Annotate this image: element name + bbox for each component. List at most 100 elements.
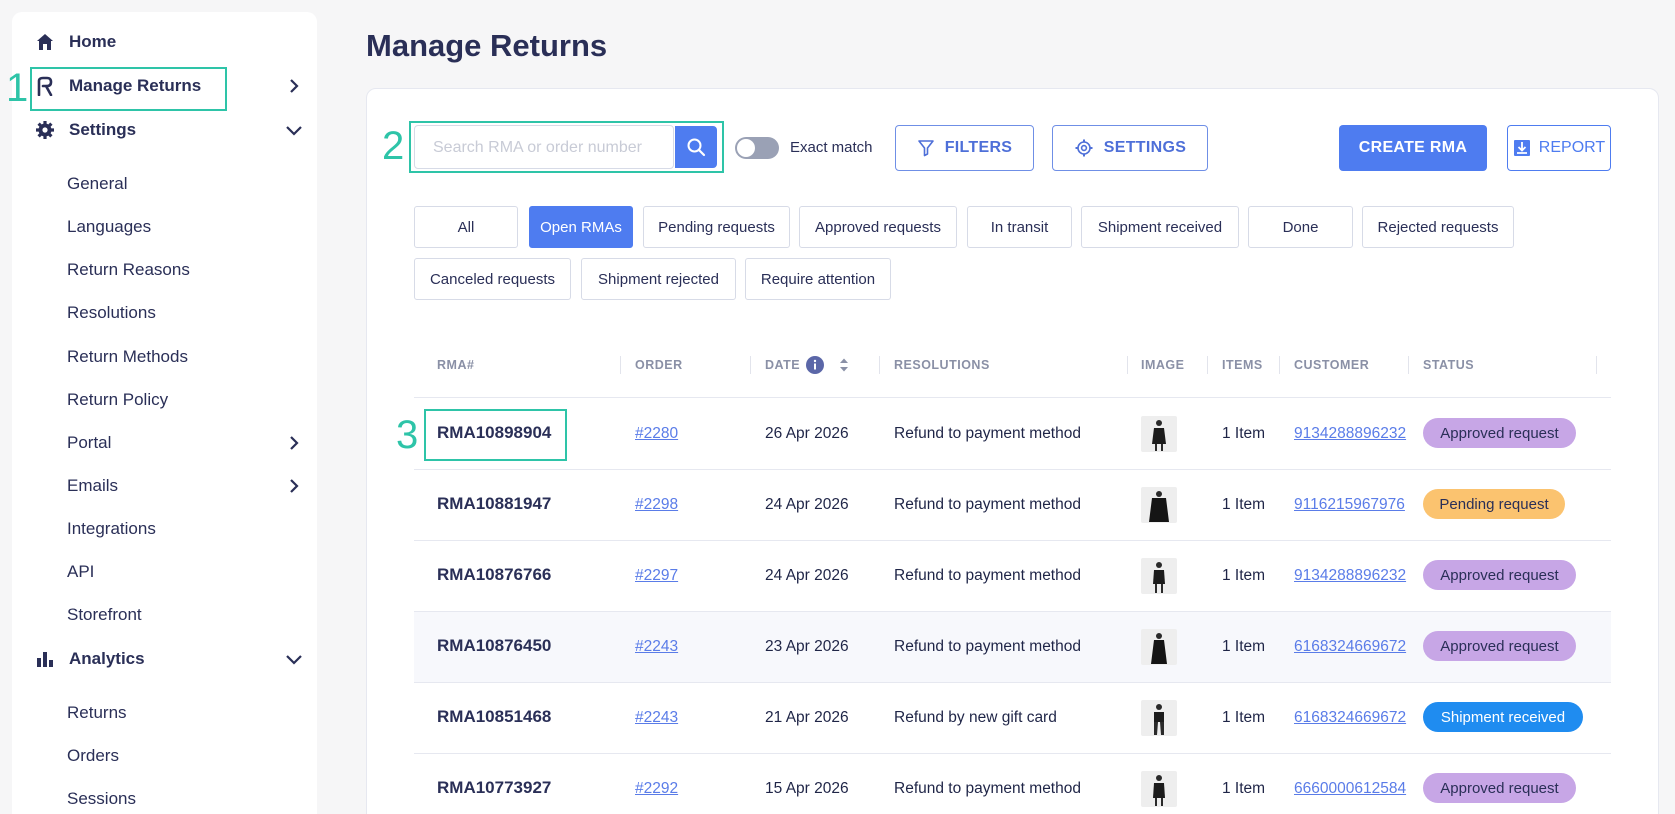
create-rma-button[interactable]: CREATE RMA — [1339, 125, 1487, 171]
status-badge: Shipment received — [1423, 702, 1583, 732]
nav-resolutions[interactable]: Resolutions — [67, 300, 156, 326]
product-thumbnail[interactable] — [1141, 771, 1177, 807]
nav-return-reasons[interactable]: Return Reasons — [67, 257, 190, 283]
chevron-down-icon[interactable] — [284, 649, 304, 669]
product-thumbnail[interactable] — [1141, 629, 1177, 665]
nav-languages[interactable]: Languages — [67, 214, 151, 240]
row-divider — [414, 682, 1611, 683]
column-header-image: IMAGE — [1141, 358, 1185, 372]
chip-canceled-requests[interactable]: Canceled requests — [414, 258, 571, 300]
nav-analytics[interactable]: Analytics — [34, 639, 304, 679]
rma-number[interactable]: RMA10773927 — [437, 778, 551, 798]
chip-in-transit[interactable]: In transit — [967, 206, 1072, 248]
page-title: Manage Returns — [366, 28, 608, 63]
nav-settings[interactable]: Settings — [34, 110, 304, 150]
resolution-cell: Refund to payment method — [894, 780, 1081, 797]
rma-number[interactable]: RMA10876450 — [437, 636, 551, 656]
items-cell: 1 Item — [1222, 425, 1266, 442]
download-icon — [1513, 140, 1530, 156]
row-divider — [414, 397, 1611, 398]
product-thumbnail[interactable] — [1141, 487, 1177, 523]
column-header-date[interactable]: DATE — [765, 358, 800, 372]
report-button[interactable]: REPORT — [1507, 125, 1611, 171]
chip-pending-requests[interactable]: Pending requests — [643, 206, 790, 248]
sort-icon[interactable] — [839, 357, 849, 378]
chip-done[interactable]: Done — [1248, 206, 1353, 248]
column-header-rma: RMA# — [437, 358, 475, 372]
order-link[interactable]: #2280 — [635, 425, 678, 443]
customer-link[interactable]: 6168324669672 — [1294, 638, 1406, 656]
customer-link[interactable]: 9116215967976 — [1294, 496, 1405, 514]
customer-link[interactable]: 6168324669672 — [1294, 709, 1406, 727]
customer-link[interactable]: 9134288896232 — [1294, 567, 1406, 585]
column-separator — [1207, 356, 1208, 374]
chevron-right-icon[interactable] — [284, 476, 304, 496]
order-link[interactable]: #2292 — [635, 780, 678, 798]
nav-home[interactable]: Home — [34, 22, 116, 62]
report-label: REPORT — [1538, 139, 1606, 156]
chip-require-attention[interactable]: Require attention — [745, 258, 891, 300]
chip-approved-requests[interactable]: Approved requests — [799, 206, 957, 248]
filters-button[interactable]: FILTERS — [895, 125, 1034, 171]
resolution-cell: Refund to payment method — [894, 638, 1081, 655]
column-separator — [750, 356, 751, 374]
nav-portal[interactable]: Portal — [67, 430, 307, 456]
chip-shipment-rejected[interactable]: Shipment rejected — [581, 258, 736, 300]
nav-api[interactable]: API — [67, 559, 94, 585]
filters-label: FILTERS — [944, 139, 1013, 156]
order-link[interactable]: #2243 — [635, 709, 678, 727]
product-thumbnail[interactable] — [1141, 700, 1177, 736]
exact-match-toggle[interactable] — [735, 137, 779, 159]
annotation-number-1: 1 — [6, 66, 29, 110]
nav-return-methods[interactable]: Return Methods — [67, 344, 188, 370]
chip-shipment-received[interactable]: Shipment received — [1081, 206, 1239, 248]
resolution-cell: Refund by new gift card — [894, 709, 1057, 726]
column-separator — [879, 356, 880, 374]
nav-general[interactable]: General — [67, 171, 127, 197]
rma-number[interactable]: RMA10876766 — [437, 565, 551, 585]
bar-chart-icon — [34, 648, 56, 670]
info-icon[interactable] — [806, 356, 824, 379]
nav-return-policy[interactable]: Return Policy — [67, 387, 168, 413]
nav-storefront[interactable]: Storefront — [67, 602, 142, 628]
chip-open-rmas[interactable]: Open RMAs — [529, 206, 633, 248]
nav-analytics-sessions[interactable]: Sessions — [67, 786, 136, 812]
column-separator — [1127, 356, 1128, 374]
customer-link[interactable]: 9134288896232 — [1294, 425, 1406, 443]
order-link[interactable]: #2298 — [635, 496, 678, 514]
annotation-box-2 — [409, 121, 724, 173]
resolution-cell: Refund to payment method — [894, 496, 1081, 513]
chip-rejected-requests[interactable]: Rejected requests — [1362, 206, 1514, 248]
toggle-knob — [737, 139, 755, 157]
product-thumbnail[interactable] — [1141, 558, 1177, 594]
nav-integrations[interactable]: Integrations — [67, 516, 156, 542]
resolution-cell: Refund to payment method — [894, 567, 1081, 584]
nav-emails[interactable]: Emails — [67, 473, 307, 499]
rma-number[interactable]: RMA10851468 — [437, 707, 551, 727]
home-icon — [34, 31, 56, 53]
settings-button[interactable]: SETTINGS — [1052, 125, 1208, 171]
order-link[interactable]: #2243 — [635, 638, 678, 656]
annotation-number-2: 2 — [382, 124, 405, 168]
nav-analytics-returns[interactable]: Returns — [67, 700, 127, 726]
chevron-down-icon[interactable] — [284, 120, 304, 140]
order-link[interactable]: #2297 — [635, 567, 678, 585]
row-divider — [414, 540, 1611, 541]
nav-emails-label: Emails — [67, 476, 119, 495]
annotation-box-3 — [424, 409, 567, 461]
row-divider — [414, 469, 1611, 470]
column-header-status: STATUS — [1423, 358, 1475, 372]
date-cell: 24 Apr 2026 — [765, 496, 849, 513]
chevron-right-icon[interactable] — [284, 76, 304, 96]
chip-all[interactable]: All — [414, 206, 518, 248]
customer-link[interactable]: 6660000612584 — [1294, 780, 1406, 798]
column-header-customer: CUSTOMER — [1294, 358, 1370, 372]
product-thumbnail[interactable] — [1141, 416, 1177, 452]
chevron-right-icon[interactable] — [284, 433, 304, 453]
column-separator — [620, 356, 621, 374]
date-cell: 15 Apr 2026 — [765, 780, 849, 797]
column-header-resolutions: RESOLUTIONS — [894, 358, 990, 372]
gear-icon — [34, 119, 56, 141]
rma-number[interactable]: RMA10881947 — [437, 494, 551, 514]
nav-analytics-orders[interactable]: Orders — [67, 743, 119, 769]
